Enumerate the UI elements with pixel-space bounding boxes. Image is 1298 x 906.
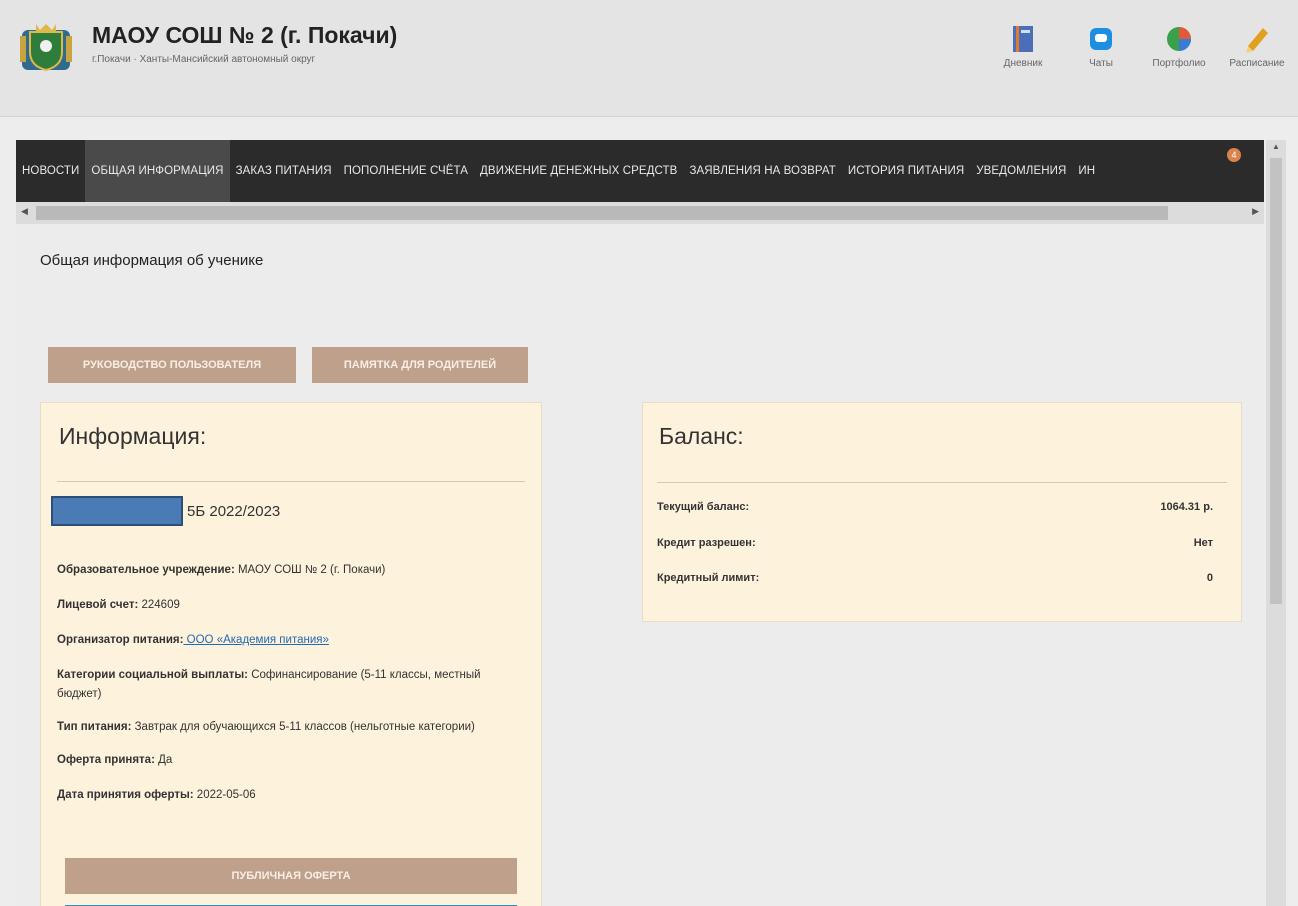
- horizontal-scrollbar[interactable]: ◀ ▶: [16, 202, 1264, 224]
- field-label: Оферта принята:: [57, 754, 155, 766]
- nav-money-flow[interactable]: ДВИЖЕНИЕ ДЕНЕЖНЫХ СРЕДСТВ: [474, 140, 683, 202]
- field-label: Тип питания:: [57, 721, 132, 733]
- top-navigation: НОВОСТИ ОБЩАЯ ИНФОРМАЦИЯ ЗАКАЗ ПИТАНИЯ П…: [16, 140, 1264, 202]
- vertical-scroll-thumb[interactable]: [1270, 158, 1282, 604]
- scroll-right-icon[interactable]: ▶: [1252, 206, 1259, 217]
- balance-label: Кредитный лимит:: [657, 572, 760, 584]
- field-value: Да: [154, 754, 173, 766]
- field-value: Завтрак для обучающихся 5-11 классов (не…: [131, 721, 475, 733]
- field-label: Образовательное учреждение:: [57, 564, 235, 576]
- balance-card-heading: Баланс:: [659, 423, 744, 449]
- scroll-left-icon[interactable]: ◀: [21, 206, 28, 217]
- nav-general-info[interactable]: ОБЩАЯ ИНФОРМАЦИЯ: [85, 140, 230, 202]
- header-link-label: Чаты: [1089, 58, 1113, 69]
- notifications-badge: 4: [1227, 148, 1241, 162]
- parents-memo-button[interactable]: ПАМЯТКА ДЛЯ РОДИТЕЛЕЙ: [312, 347, 528, 383]
- header-link-schedule[interactable]: Расписание: [1224, 24, 1290, 69]
- horizontal-scroll-thumb[interactable]: [36, 206, 1168, 220]
- header-link-diary[interactable]: Дневник: [990, 24, 1056, 69]
- field-label: Дата принятия оферты:: [57, 789, 194, 801]
- balance-row-current: Текущий баланс: 1064.31 р.: [657, 501, 1213, 513]
- field-value: 2022-05-06: [193, 789, 256, 801]
- category-field: Категории социальной выплаты: Софинансир…: [57, 666, 517, 704]
- nav-meal-order[interactable]: ЗАКАЗ ПИТАНИЯ: [230, 140, 338, 202]
- diary-icon: [1013, 26, 1033, 52]
- info-card-heading: Информация:: [59, 423, 207, 449]
- info-card: Информация: 5Б 2022/2023 Образовательное…: [40, 402, 542, 906]
- redacted-student-name: [51, 496, 183, 526]
- main-panel: НОВОСТИ ОБЩАЯ ИНФОРМАЦИЯ ЗАКАЗ ПИТАНИЯ П…: [16, 140, 1264, 906]
- site-header: МАОУ СОШ № 2 (г. Покачи) г.Покачи · Хант…: [0, 0, 1298, 117]
- school-field: Образовательное учреждение: МАОУ СОШ № 2…: [57, 561, 517, 580]
- vertical-scrollbar[interactable]: ▲: [1266, 140, 1286, 906]
- school-region: г.Покачи · Ханты-Мансийский автономный о…: [92, 54, 316, 65]
- organizer-field: Организатор питания: ООО «Академия питан…: [57, 631, 517, 650]
- class-year: 5Б 2022/2023: [187, 503, 281, 520]
- portfolio-icon: [1167, 27, 1191, 51]
- balance-row-credit-allowed: Кредит разрешен: Нет: [657, 537, 1213, 549]
- nav-meal-history[interactable]: ИСТОРИЯ ПИТАНИЯ: [842, 140, 970, 202]
- field-label: Лицевой счет:: [57, 599, 139, 611]
- balance-label: Кредит разрешен:: [657, 537, 756, 549]
- nav-more[interactable]: ИН: [1072, 140, 1101, 202]
- balance-row-credit-limit: Кредитный лимит: 0: [657, 572, 1213, 584]
- schedule-icon: [1246, 28, 1268, 53]
- chat-icon: [1090, 28, 1112, 50]
- nav-notifications[interactable]: УВЕДОМЛЕНИЯ: [970, 140, 1072, 202]
- header-link-label: Расписание: [1229, 58, 1285, 69]
- header-link-label: Дневник: [1003, 58, 1043, 69]
- nav-refund-requests[interactable]: ЗАЯВЛЕНИЯ НА ВОЗВРАТ: [683, 140, 841, 202]
- header-links: Дневник Чаты Портфолио Расписание: [990, 24, 1290, 69]
- nav-news[interactable]: НОВОСТИ: [16, 140, 85, 202]
- account-field: Лицевой счет: 224609: [57, 596, 517, 615]
- header-link-portfolio[interactable]: Портфолио: [1146, 24, 1212, 69]
- balance-label: Текущий баланс:: [657, 501, 750, 513]
- school-name: МАОУ СОШ № 2 (г. Покачи): [92, 22, 398, 48]
- balance-value: 0: [1206, 572, 1213, 584]
- page-title: Общая информация об ученике: [40, 252, 264, 269]
- public-offer-button[interactable]: ПУБЛИЧНАЯ ОФЕРТА: [65, 858, 517, 894]
- balance-card: Баланс: Текущий баланс: 1064.31 р. Креди…: [642, 402, 1242, 622]
- field-label: Организатор питания:: [57, 634, 184, 646]
- header-link-label: Портфолио: [1152, 58, 1206, 69]
- scroll-up-icon[interactable]: ▲: [1272, 142, 1280, 151]
- field-label: Категории социальной выплаты:: [57, 669, 248, 681]
- info-fields: Образовательное учреждение: МАОУ СОШ № 2…: [57, 561, 517, 805]
- offer-date-field: Дата принятия оферты: 2022-05-06: [57, 786, 517, 805]
- offer-accepted-field: Оферта принята: Да: [57, 751, 517, 770]
- header-link-chats[interactable]: Чаты: [1068, 24, 1134, 69]
- organizer-link[interactable]: ООО «Академия питания»: [183, 634, 329, 646]
- field-value: 224609: [138, 599, 180, 611]
- user-guide-button[interactable]: РУКОВОДСТВО ПОЛЬЗОВАТЕЛЯ: [48, 347, 296, 383]
- balance-value: 1064.31 р.: [1160, 501, 1213, 513]
- balance-value: Нет: [1193, 537, 1213, 549]
- divider: [57, 481, 525, 482]
- divider: [657, 482, 1227, 483]
- nav-top-up[interactable]: ПОПОЛНЕНИЕ СЧЁТА: [338, 140, 474, 202]
- field-value: МАОУ СОШ № 2 (г. Покачи): [234, 564, 386, 576]
- coat-of-arms-logo: [20, 24, 72, 72]
- meal-type-field: Тип питания: Завтрак для обучающихся 5-1…: [57, 718, 517, 737]
